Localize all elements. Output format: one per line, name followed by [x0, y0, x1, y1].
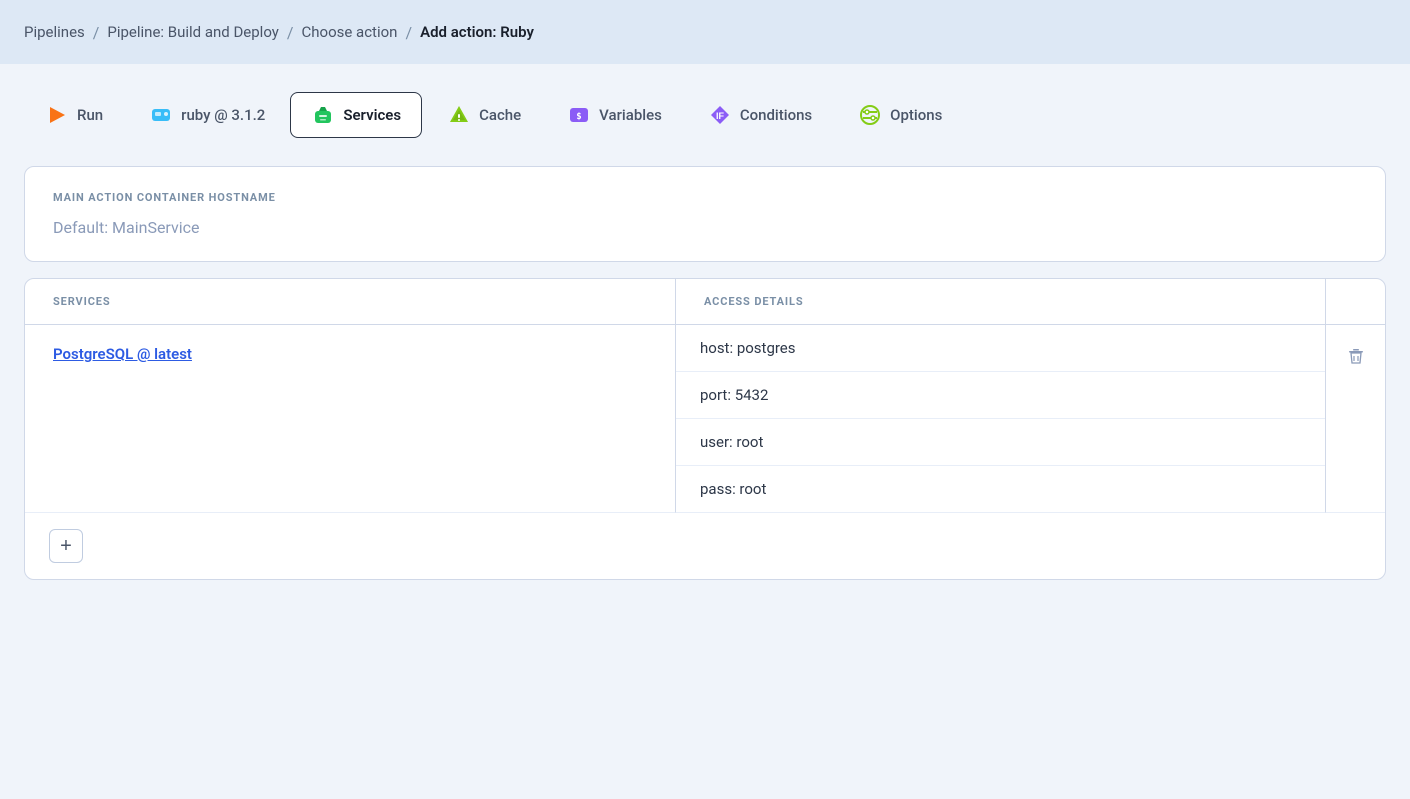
run-icon [45, 103, 69, 127]
breadcrumb-sep-1: / [93, 23, 100, 42]
svg-text:IF: IF [716, 111, 725, 121]
tab-cache[interactable]: Cache [426, 92, 542, 138]
breadcrumb-sep-2: / [287, 23, 294, 42]
hostname-card: MAIN ACTION CONTAINER HOSTNAME Default: … [24, 166, 1386, 262]
variables-icon: $ [567, 103, 591, 127]
tabs-container: Run ruby @ 3.1.2 [24, 92, 1386, 138]
breadcrumb-bar: Pipelines / Pipeline: Build and Deploy /… [0, 0, 1410, 64]
access-detail-user: user: root [676, 419, 1325, 466]
svg-text:$: $ [576, 112, 581, 122]
tab-ruby-label: ruby @ 3.1.2 [181, 106, 265, 124]
breadcrumb-current: Add action: Ruby [420, 23, 534, 41]
actions-cell [1325, 325, 1385, 513]
breadcrumb-choose-action[interactable]: Choose action [301, 23, 397, 41]
access-detail-port: port: 5432 [676, 372, 1325, 419]
delete-service-button[interactable] [1341, 343, 1371, 374]
ruby-icon [149, 103, 173, 127]
tab-conditions-label: Conditions [740, 106, 812, 124]
options-icon [858, 103, 882, 127]
tab-variables-label: Variables [599, 106, 662, 124]
tab-options-label: Options [890, 106, 942, 124]
add-row: + [25, 513, 1385, 579]
actions-col-header [1325, 279, 1385, 325]
access-col-header: ACCESS DETAILS [675, 279, 1325, 325]
tab-run-label: Run [77, 106, 103, 124]
tab-options[interactable]: Options [837, 92, 963, 138]
tab-conditions[interactable]: IF Conditions [687, 92, 833, 138]
breadcrumb-pipelines[interactable]: Pipelines [24, 23, 85, 41]
tab-ruby[interactable]: ruby @ 3.1.2 [128, 92, 286, 138]
tab-services[interactable]: Services [290, 92, 422, 138]
tab-services-label: Services [343, 106, 401, 124]
breadcrumb-sep-3: / [405, 23, 412, 42]
services-card: SERVICES ACCESS DETAILS PostgreSQL @ lat… [24, 278, 1386, 580]
access-detail-pass: pass: root [676, 466, 1325, 512]
conditions-icon: IF [708, 103, 732, 127]
services-col-header: SERVICES [25, 279, 675, 325]
add-service-button[interactable]: + [49, 529, 83, 563]
tab-run[interactable]: Run [24, 92, 124, 138]
access-detail-host: host: postgres [676, 325, 1325, 372]
main-content: Run ruby @ 3.1.2 [0, 64, 1410, 624]
service-name-link[interactable]: PostgreSQL @ latest [53, 325, 192, 512]
cache-icon [447, 103, 471, 127]
breadcrumb-pipeline-build[interactable]: Pipeline: Build and Deploy [107, 23, 279, 41]
access-details-cell: host: postgres port: 5432 user: root pas… [675, 325, 1325, 513]
services-icon [311, 103, 335, 127]
tab-cache-label: Cache [479, 106, 521, 124]
service-name-cell: PostgreSQL @ latest [25, 325, 675, 513]
tab-variables[interactable]: $ Variables [546, 92, 683, 138]
services-table: SERVICES ACCESS DETAILS PostgreSQL @ lat… [25, 279, 1385, 513]
hostname-label: MAIN ACTION CONTAINER HOSTNAME [53, 191, 1357, 204]
hostname-value: Default: MainService [53, 218, 1357, 237]
